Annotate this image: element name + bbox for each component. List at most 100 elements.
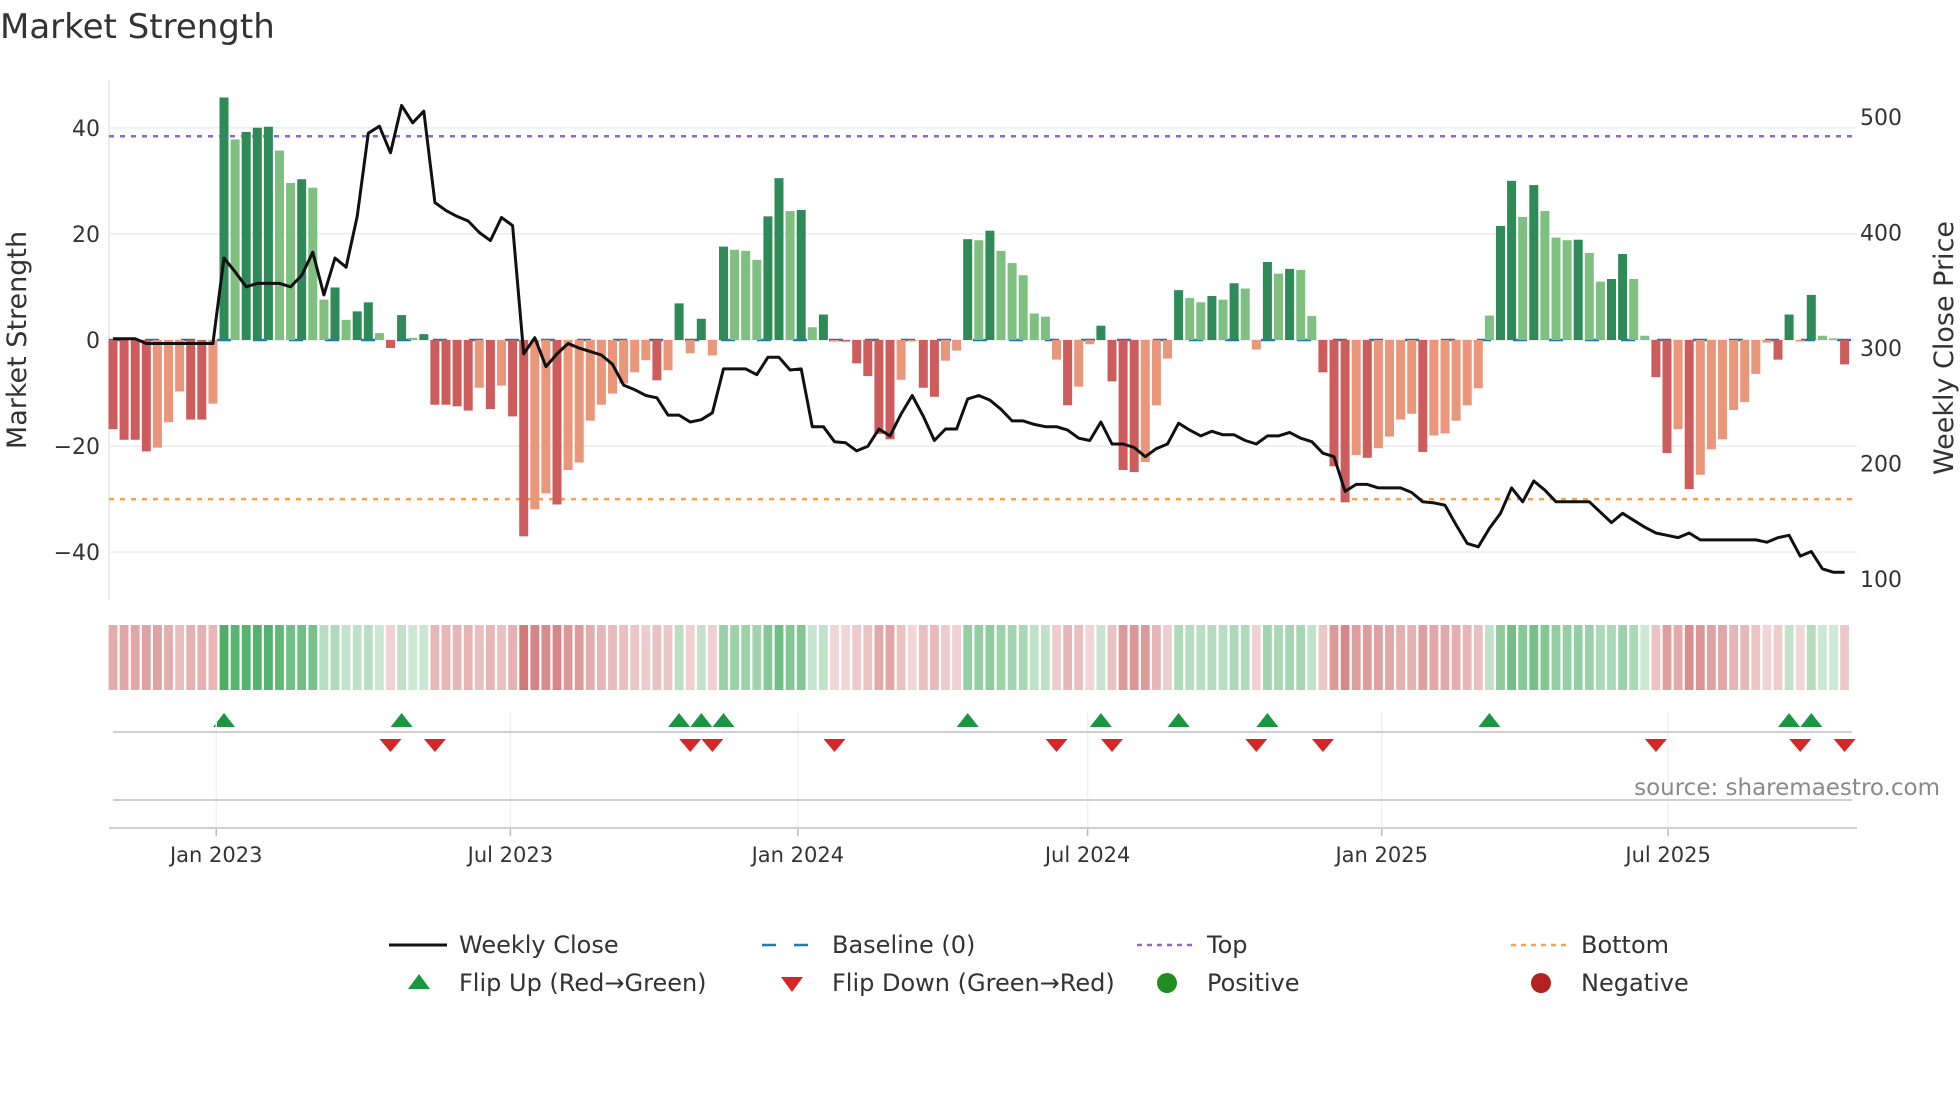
strip-cell — [930, 625, 939, 690]
strip-cell — [1329, 625, 1339, 690]
positive-bar — [974, 240, 984, 340]
negative-bar — [463, 340, 473, 411]
strip-cell — [719, 625, 728, 690]
positive-bar — [763, 216, 773, 340]
strip-cell — [441, 625, 451, 690]
strip-cell — [830, 625, 839, 690]
negative-bar — [1429, 340, 1439, 436]
legend-label: Negative — [1581, 969, 1689, 997]
strip-cell — [1806, 625, 1816, 690]
strip-cell — [963, 625, 973, 690]
negative-bar — [441, 340, 451, 405]
negative-bar — [1074, 340, 1084, 387]
positive-bar — [1573, 239, 1583, 340]
strip-cell — [1163, 625, 1172, 690]
strip-cell — [1274, 625, 1283, 690]
positive-bar — [319, 299, 329, 340]
negative-bar — [652, 340, 662, 381]
flip-up-marker — [1800, 713, 1823, 727]
strip-cell — [1607, 625, 1616, 690]
left-tick-label: −20 — [54, 435, 100, 460]
negative-bar — [1840, 340, 1850, 365]
flip-up-marker — [1778, 713, 1801, 727]
strip-cell — [408, 625, 418, 690]
legend-item: Flip Down (Green→Red) — [781, 969, 1115, 997]
negative-bar — [1407, 340, 1417, 414]
negative-bar — [852, 340, 862, 364]
x-tick-label: Jan 2024 — [750, 843, 845, 867]
strip-cell — [796, 625, 806, 690]
negative-bar — [596, 340, 606, 405]
positive-bar — [408, 337, 418, 340]
flip-up-marker — [712, 713, 735, 727]
negative-bar — [1418, 340, 1428, 452]
strip-cell — [863, 625, 873, 690]
strip-cell — [696, 625, 706, 690]
negative-bar — [563, 340, 573, 470]
strip-cell — [108, 625, 118, 690]
positive-bar — [1007, 263, 1017, 340]
strip-cell — [141, 625, 151, 690]
strip-cell — [1285, 625, 1294, 690]
negative-bar — [1440, 340, 1450, 434]
negative-bar — [1329, 340, 1339, 467]
strip-cell — [841, 625, 850, 690]
negative-bar — [141, 340, 151, 452]
negative-bar — [1063, 340, 1073, 406]
flip-down-marker — [823, 739, 846, 752]
strip-cell — [1063, 625, 1072, 690]
legend-label: Baseline (0) — [832, 931, 975, 959]
negative-bar — [485, 340, 495, 409]
strip-cell — [297, 625, 307, 690]
negative-bar — [530, 340, 540, 510]
strip-cell — [1540, 625, 1550, 690]
negative-bar — [952, 340, 962, 351]
negative-bar — [1795, 340, 1805, 342]
negative-bar — [1129, 340, 1139, 473]
strip-cell — [563, 625, 573, 690]
strip-cell — [474, 625, 484, 690]
legend-label: Flip Down (Green→Red) — [832, 969, 1115, 997]
negative-bar — [1762, 340, 1772, 343]
strip-cell — [119, 625, 129, 690]
strip-cell — [486, 625, 495, 690]
legend-circle-icon — [1531, 973, 1551, 993]
negative-bar — [175, 340, 185, 392]
strip-cell — [1107, 625, 1117, 690]
flip-up-marker — [1478, 713, 1501, 727]
strip-cell — [130, 625, 140, 690]
strip-cell — [1074, 625, 1084, 690]
strip-cell — [1818, 625, 1827, 690]
positive-bar — [1207, 295, 1217, 340]
strength-bars — [108, 97, 1850, 537]
positive-bar — [1484, 315, 1494, 340]
strip-cell — [252, 625, 262, 690]
strip-cell — [597, 625, 606, 690]
strip-cell — [996, 625, 1006, 690]
negative-bar — [1151, 340, 1161, 406]
negative-bar — [1385, 340, 1394, 437]
strip-cell — [619, 625, 628, 690]
right-tick-label: 200 — [1860, 453, 1902, 478]
strip-cell — [153, 625, 162, 690]
positive-bar — [1496, 225, 1505, 340]
positive-bar — [263, 126, 273, 340]
strip-cell — [1351, 625, 1361, 690]
positive-bar — [1529, 185, 1539, 340]
strip-cell — [1140, 625, 1150, 690]
strip-cell — [918, 625, 928, 690]
negative-bar — [685, 340, 695, 354]
strip-cell — [463, 625, 473, 690]
strip-cell — [1462, 625, 1472, 690]
strip-cell — [1152, 625, 1161, 690]
legend-item: Bottom — [1511, 931, 1669, 959]
strip-cell — [1795, 625, 1805, 690]
legend-item: Positive — [1157, 969, 1300, 997]
positive-bar — [419, 334, 429, 340]
strip-cell — [763, 625, 773, 690]
positive-bar — [352, 311, 362, 340]
negative-bar — [1052, 340, 1061, 360]
strip-cell — [1707, 625, 1716, 690]
positive-bar — [1229, 283, 1239, 340]
strip-cell — [1440, 625, 1450, 690]
